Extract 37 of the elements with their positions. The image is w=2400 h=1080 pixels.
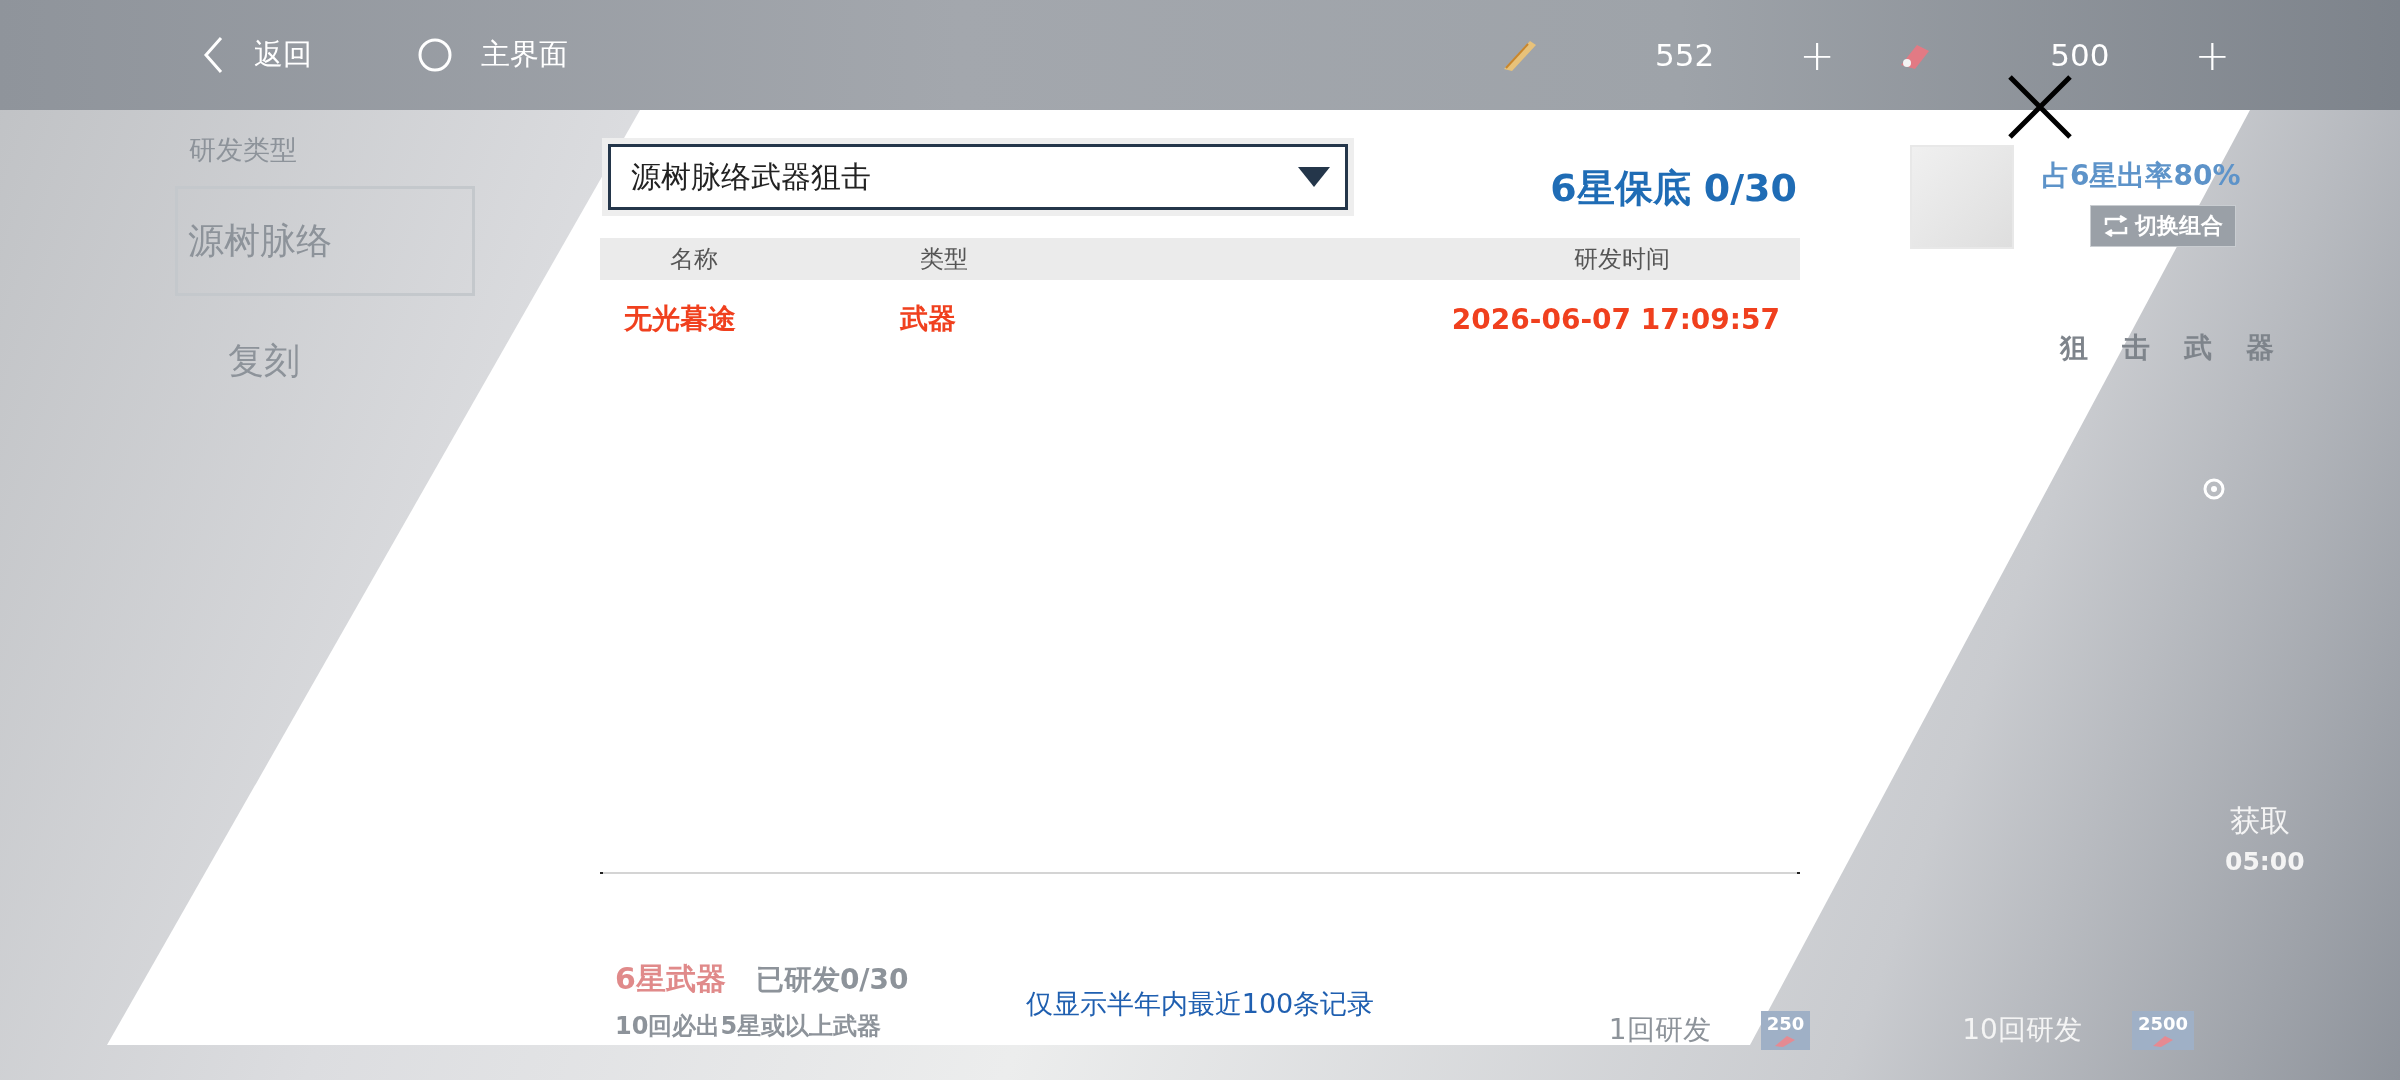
add-button[interactable]: +	[1799, 30, 1835, 80]
circle-icon	[417, 37, 453, 73]
cost-badge: 2500	[2131, 1010, 2194, 1050]
progress-text: 已研发0/30	[755, 961, 909, 998]
dropdown-field[interactable]: 源树脉络武器狙击	[608, 144, 1348, 210]
close-icon	[2007, 74, 2073, 140]
switch-button[interactable]: 切换组合	[2089, 205, 2236, 247]
sidebar-title: 研发类型	[189, 133, 297, 167]
pity-counter: 6星保底 0/30	[1550, 165, 1797, 212]
table-cell-text: 武器	[899, 301, 957, 337]
close-button[interactable]	[2007, 74, 2073, 140]
currency-amount: 500	[2049, 37, 2111, 73]
column-header: 类型	[919, 244, 969, 275]
cost-badge: 250	[1760, 1010, 1811, 1050]
currency-amount: 552	[1654, 37, 1716, 73]
table-cell-text: 2026-06-07 17:09:57	[1450, 302, 1781, 336]
research-button[interactable]: 1回研发 250	[1602, 1009, 1817, 1051]
guarantee-title: 6星武器	[615, 959, 726, 998]
column-header: 名称	[669, 244, 719, 275]
guarantee-note: 10回必出5星或以上武器	[615, 1010, 883, 1042]
chevron-left-icon	[202, 35, 224, 75]
sidebar-item[interactable]: 复刻	[175, 306, 475, 416]
swap-icon	[2102, 215, 2129, 237]
add-button[interactable]: +	[2194, 30, 2230, 80]
research-button[interactable]: 10回研发 2500	[1956, 1009, 2200, 1051]
footer-note: 仅显示半年内最近100条记录	[1024, 987, 1376, 1021]
obtain-text: 获取	[2230, 802, 2291, 840]
column-header: 研发时间	[1573, 244, 1671, 275]
target-icon	[2202, 477, 2226, 501]
back-button[interactable]: 返回	[202, 35, 312, 75]
timer-text: 05:00	[2225, 847, 2306, 876]
caret-icon	[1297, 166, 1331, 188]
sidebar-item[interactable]: 源树脉络	[175, 186, 475, 296]
table-cell-text: 无光暮途	[623, 301, 737, 337]
rate-text: 占6星出率80%	[2042, 158, 2241, 194]
weapon-type: 狙击武器	[2060, 330, 2309, 366]
home-button[interactable]: 主界面	[417, 35, 568, 75]
